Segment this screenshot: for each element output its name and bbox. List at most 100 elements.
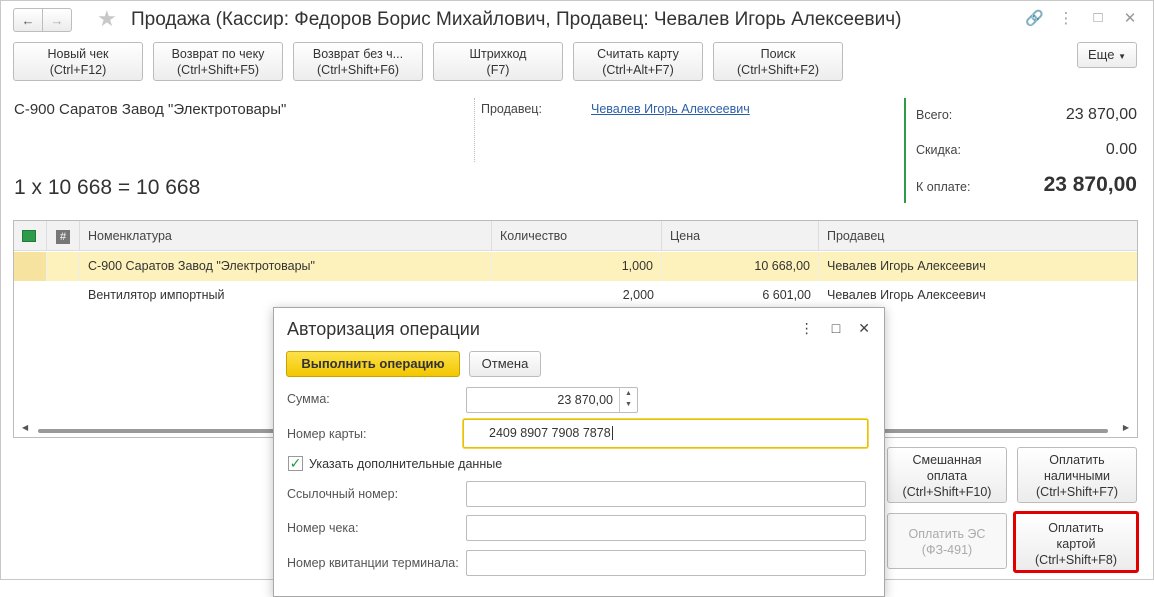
hash-icon: # (56, 230, 70, 244)
column-number-header[interactable]: # (47, 221, 80, 251)
row-name: Вентилятор импортный (88, 288, 225, 302)
card-number-input[interactable]: 2409 8907 7908 7878 (463, 419, 868, 448)
row-price: 10 668,00 (662, 252, 819, 281)
column-seller-header[interactable]: Продавец (819, 221, 1137, 251)
execute-operation-button[interactable]: Выполнить операцию (286, 351, 460, 377)
additional-data-checkbox[interactable]: ✓ (288, 456, 303, 471)
button-shortcut: (Ctrl+F12) (49, 63, 107, 77)
close-icon[interactable]: ✕ (858, 320, 870, 337)
mixed-payment-button[interactable]: Смешанная оплата (Ctrl+Shift+F10) (887, 447, 1007, 503)
total-value: 23 870,00 (1065, 106, 1137, 123)
button-label: Оплатить (1048, 521, 1104, 535)
table-row[interactable]: С-900 Саратов Завод "Электротовары" 1,00… (14, 252, 1137, 281)
sum-input[interactable]: 23 870,00 ▲ ▼ (466, 387, 638, 413)
additional-data-label[interactable]: Указать дополнительные данные (309, 457, 502, 471)
button-shortcut: (Ctrl+Shift+F6) (317, 63, 399, 77)
back-button[interactable]: ← (13, 8, 43, 32)
row-quantity: 2,000 (622, 288, 654, 302)
window-title: Продажа (Кассир: Федоров Борис Михайлови… (131, 9, 902, 30)
stepper-down-icon[interactable]: ▼ (620, 399, 637, 410)
reference-number-input[interactable] (466, 481, 866, 507)
maximize-icon[interactable]: □ (1089, 9, 1107, 27)
button-label: Смешанная (912, 453, 982, 467)
row-number (47, 252, 80, 281)
dialog-title: Авторизация операции (287, 319, 480, 339)
return-by-check-button[interactable]: Возврат по чеку (Ctrl+Shift+F5) (153, 42, 283, 81)
to-pay-label: К оплате: (916, 180, 971, 194)
to-pay-row: К оплате: 23 870,00 (916, 173, 1137, 197)
scroll-right-icon[interactable]: ▶ (1123, 423, 1129, 432)
checklist-icon (22, 230, 36, 242)
more-label: Еще (1088, 47, 1115, 62)
close-icon[interactable]: ✕ (1121, 9, 1139, 27)
button-label: наличными (1043, 469, 1111, 483)
discount-label: Скидка: (916, 143, 961, 157)
discount-row: Скидка: 0.00 (916, 141, 1137, 159)
menu-dots-icon[interactable]: ⋮ (1057, 9, 1075, 27)
discount-value: 0.00 (1105, 141, 1137, 158)
row-seller: Чевалев Игорь Алексеевич (827, 288, 986, 302)
table-header: # Номенклатура Количество Цена Продавец (14, 221, 1137, 251)
seller-label: Продавец: (481, 102, 542, 116)
button-shortcut: (Ctrl+Shift+F7) (1036, 485, 1118, 499)
card-number-value: 2409 8907 7908 7878 (489, 426, 611, 440)
button-label: Оплатить ЭС (908, 527, 986, 541)
search-button[interactable]: Поиск (Ctrl+Shift+F2) (713, 42, 843, 81)
title-bar: ← → ★ Продажа (Кассир: Федоров Борис Мих… (1, 1, 1153, 39)
menu-dots-icon[interactable]: ⋮ (800, 320, 814, 337)
column-quantity-header[interactable]: Количество (492, 221, 662, 251)
card-number-label: Номер карты: (287, 427, 367, 441)
seller-link[interactable]: Чевалев Игорь Алексеевич (591, 102, 750, 116)
check-number-input[interactable] (466, 515, 866, 541)
table-row[interactable]: Вентилятор импортный 2,000 6 601,00 Чева… (14, 281, 1137, 310)
arrow-right-icon: → (50, 12, 64, 28)
check-number-label: Номер чека: (287, 521, 359, 535)
row-seller: Чевалев Игорь Алексеевич (827, 259, 986, 273)
button-label: оплата (926, 469, 968, 483)
new-check-button[interactable]: Новый чек (Ctrl+F12) (13, 42, 143, 81)
maximize-icon[interactable]: □ (832, 320, 840, 337)
scroll-left-icon[interactable]: ◀ (22, 423, 28, 432)
chevron-down-icon: ▼ (1118, 52, 1126, 61)
button-label: (ФЗ-491) (921, 543, 973, 557)
arrow-left-icon: ← (21, 12, 35, 28)
column-price-header[interactable]: Цена (662, 221, 819, 251)
forward-button[interactable]: → (42, 8, 72, 32)
cancel-button[interactable]: Отмена (469, 351, 541, 377)
favorite-star-icon[interactable]: ★ (97, 7, 117, 31)
button-shortcut: (Ctrl+Shift+F5) (177, 63, 259, 77)
read-card-button[interactable]: Считать карту (Ctrl+Alt+F7) (573, 42, 703, 81)
barcode-button[interactable]: Штрихкод (F7) (433, 42, 563, 81)
button-label: Возврат без ч... (312, 47, 404, 61)
column-icon-header[interactable] (14, 221, 47, 251)
total-label: Всего: (916, 108, 953, 122)
button-label: Считать карту (597, 47, 679, 61)
row-name: С-900 Саратов Завод "Электротовары" (80, 252, 492, 281)
row-price: 6 601,00 (762, 288, 811, 302)
reference-number-label: Ссылочный номер: (287, 487, 399, 501)
pay-card-button[interactable]: Оплатить картой (Ctrl+Shift+F8) (1013, 511, 1139, 573)
button-shortcut: (Ctrl+Shift+F10) (902, 485, 992, 499)
pay-cash-button[interactable]: Оплатить наличными (Ctrl+Shift+F7) (1017, 447, 1137, 503)
column-nomenclature-header[interactable]: Номенклатура (80, 221, 492, 251)
to-pay-value: 23 870,00 (1043, 173, 1137, 196)
more-button[interactable]: Еще ▼ (1077, 42, 1137, 68)
dialog-controls: ⋮ □ ✕ (800, 320, 870, 337)
button-label: Поиск (760, 47, 796, 61)
button-shortcut: (Ctrl+Shift+F2) (737, 63, 819, 77)
link-icon[interactable]: 🔗 (1025, 9, 1044, 27)
sum-value: 23 870,00 (557, 393, 613, 407)
totals-panel: Всего: 23 870,00 Скидка: 0.00 К оплате: … (904, 98, 1140, 203)
current-item-formula: 1 x 10 668 = 10 668 (14, 176, 201, 199)
stepper-up-icon[interactable]: ▲ (620, 388, 637, 399)
current-product-name: С-900 Саратов Завод "Электротовары" (14, 101, 287, 118)
button-label: Возврат по чеку (171, 47, 265, 61)
button-label: Штрихкод (469, 47, 527, 61)
button-shortcut: (Ctrl+Alt+F7) (602, 63, 674, 77)
sum-label: Сумма: (287, 392, 330, 406)
pay-es-button[interactable]: Оплатить ЭС (ФЗ-491) (887, 513, 1007, 569)
sum-stepper[interactable]: ▲ ▼ (619, 388, 637, 412)
terminal-receipt-input[interactable] (466, 550, 866, 576)
button-label: Оплатить (1049, 453, 1105, 467)
return-without-check-button[interactable]: Возврат без ч... (Ctrl+Shift+F6) (293, 42, 423, 81)
